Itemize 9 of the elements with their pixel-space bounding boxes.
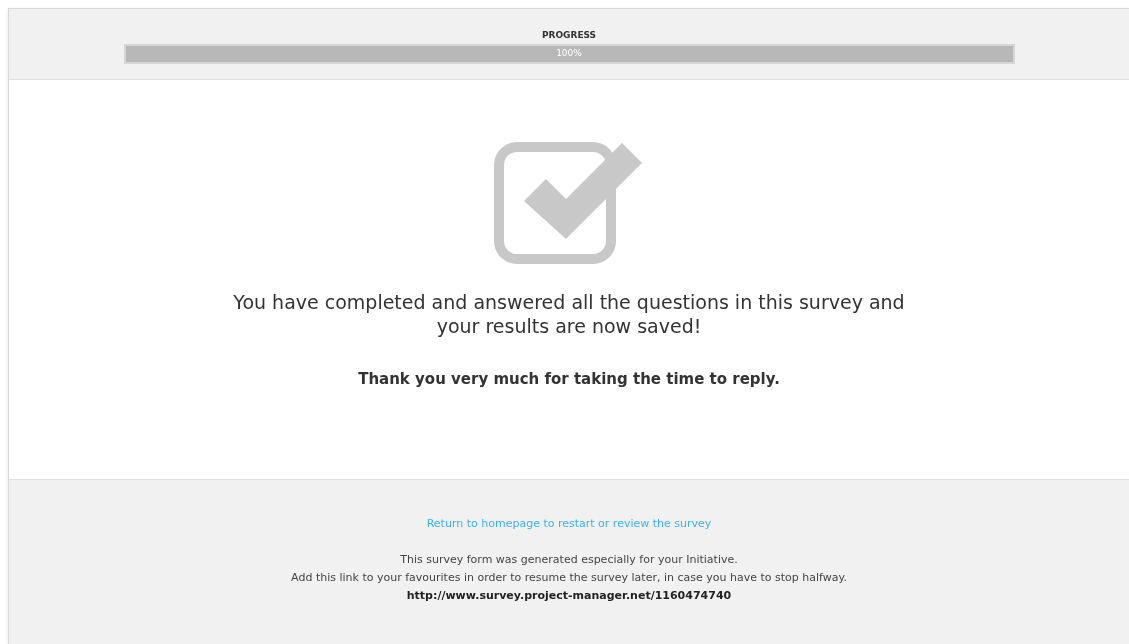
info-text: Add this link to your favourites in order to resume the survey later, in case you have to stop halfway.: [291, 569, 847, 586]
return-homepage-link[interactable]: Return to homepage to restart or review the survey: [426, 516, 712, 533]
progress-label: PROGRESS: [541, 29, 597, 41]
survey-url: http://www.survey.project-manager.net/1160474740: [406, 587, 732, 604]
thank-you-message: Thank you very much for taking the time to reply.: [358, 369, 780, 390]
completion-message: You have completed and answered all the questions in this survey and your results are now saved!: [232, 290, 906, 338]
info-text: This survey form was generated especially for your Initiative.: [400, 551, 738, 568]
progress-percent: 100%: [555, 47, 583, 61]
checkbox-tick-icon: [494, 139, 644, 265]
